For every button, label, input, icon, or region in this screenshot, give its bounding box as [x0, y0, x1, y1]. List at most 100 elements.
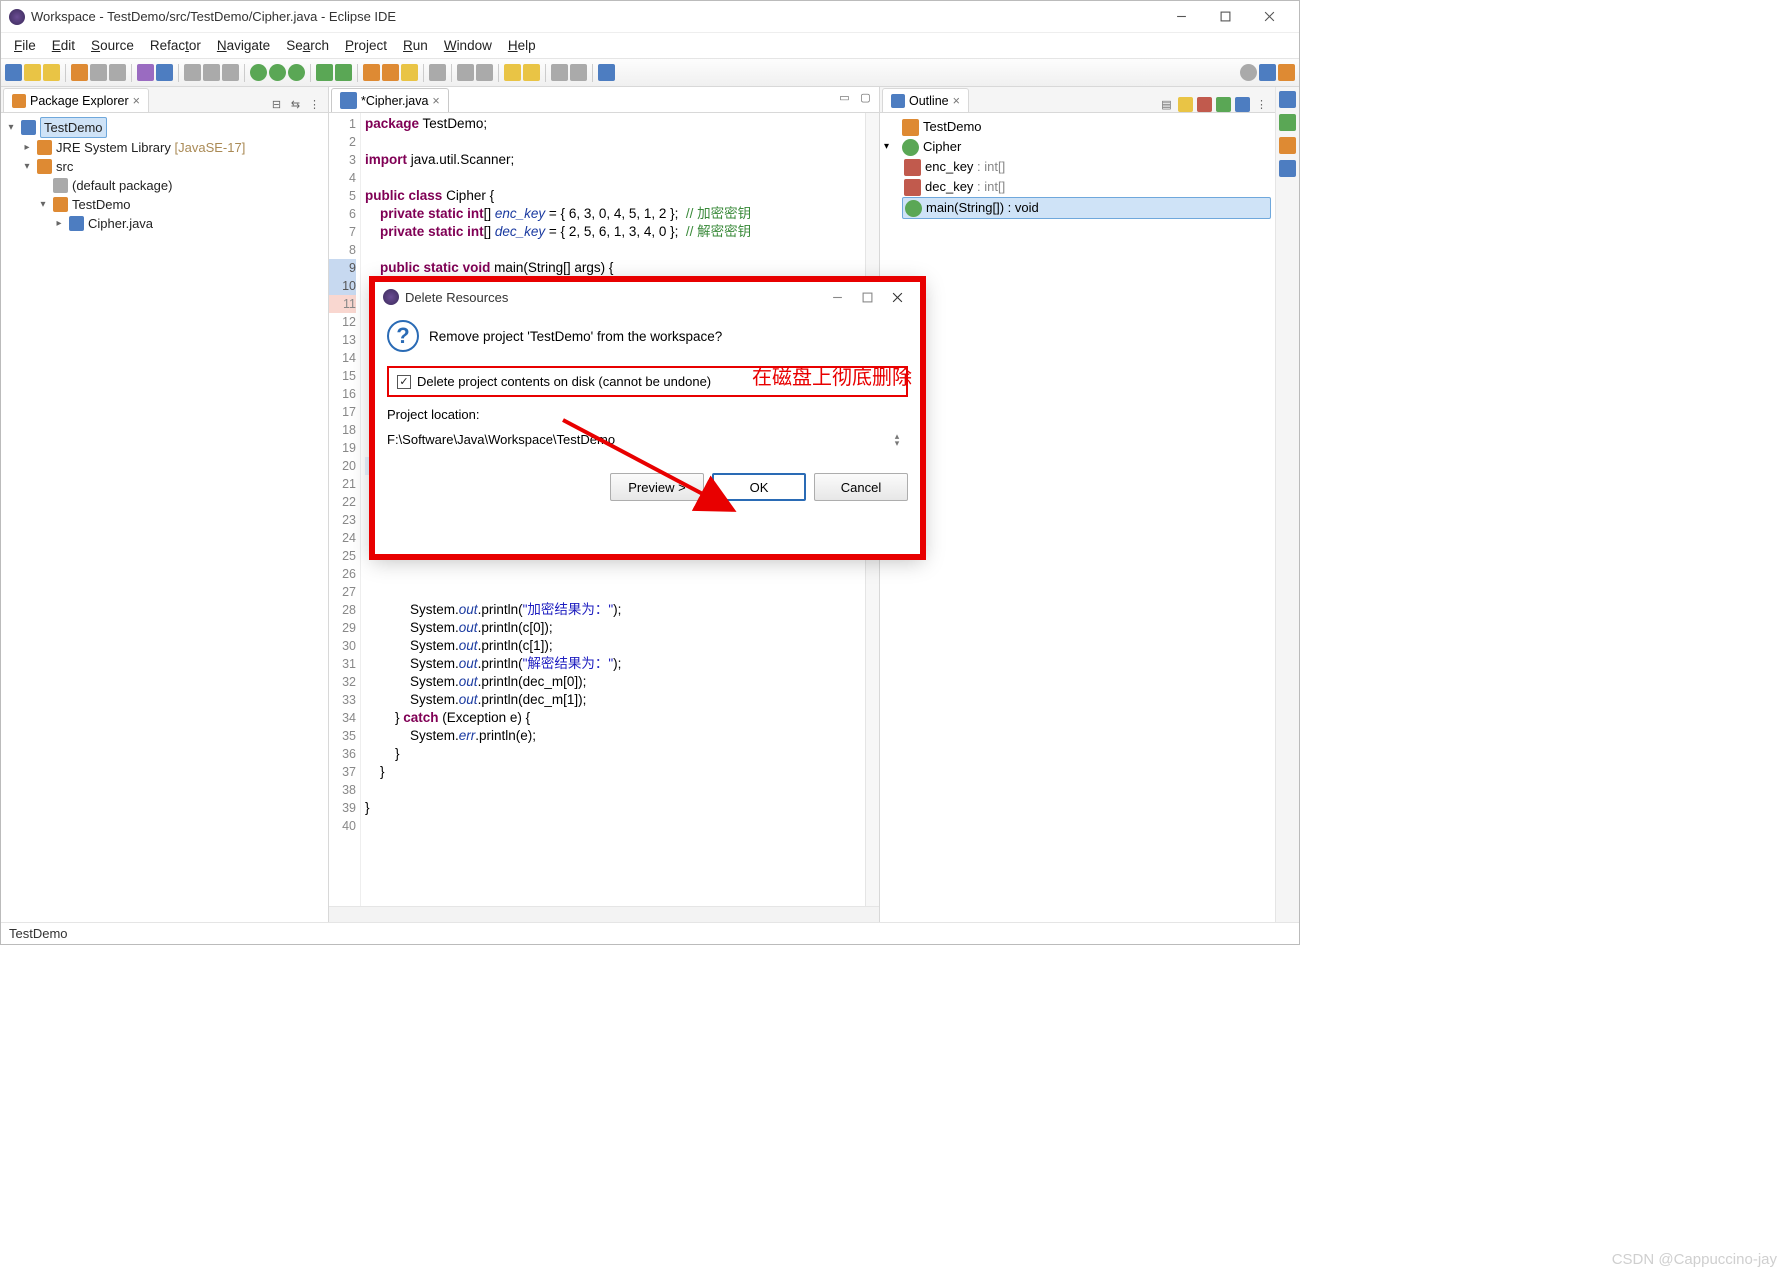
- toolbar-icon[interactable]: [429, 64, 446, 81]
- package-explorer-view: Package Explorer × ⊟ ⇆ ⋮ ▾TestDemo ▸JRE …: [1, 87, 329, 922]
- toolbar-icon[interactable]: [203, 64, 220, 81]
- toolbar-icon[interactable]: [363, 64, 380, 81]
- editor-gutter[interactable]: 1234567891011121314151617181920212223242…: [329, 113, 361, 906]
- project-node[interactable]: TestDemo: [40, 117, 107, 138]
- package-explorer-title: Package Explorer: [30, 94, 129, 108]
- outline-field-dec[interactable]: dec_key : int[]: [925, 177, 1005, 197]
- save-icon[interactable]: [24, 64, 41, 81]
- outline-package[interactable]: TestDemo: [923, 117, 982, 137]
- toolbar-icon[interactable]: [222, 64, 239, 81]
- dialog-titlebar[interactable]: Delete Resources: [375, 282, 920, 312]
- toolbar-icon[interactable]: [570, 64, 587, 81]
- menu-project[interactable]: Project: [338, 36, 394, 55]
- java-file-node[interactable]: Cipher.java: [88, 214, 153, 233]
- filter-icon[interactable]: [1235, 97, 1250, 112]
- menu-source[interactable]: Source: [84, 36, 141, 55]
- dialog-maximize-button[interactable]: [852, 285, 882, 309]
- ok-button[interactable]: OK: [712, 473, 806, 501]
- maximize-button[interactable]: [1203, 2, 1247, 32]
- field-icon: [904, 179, 921, 196]
- coverage-icon[interactable]: [288, 64, 305, 81]
- menu-window[interactable]: Window: [437, 36, 499, 55]
- java-perspective-icon[interactable]: [1278, 64, 1295, 81]
- side-icon[interactable]: [1279, 160, 1296, 177]
- toolbar-icon[interactable]: [476, 64, 493, 81]
- package-node[interactable]: TestDemo: [72, 195, 131, 214]
- maximize-view-icon[interactable]: ▢: [858, 90, 873, 105]
- outline-icon: [891, 94, 905, 108]
- outline-tab[interactable]: Outline ×: [882, 88, 969, 112]
- toolbar-icon[interactable]: [551, 64, 568, 81]
- dialog-close-button[interactable]: [882, 285, 912, 309]
- statusbar: TestDemo: [1, 922, 1299, 944]
- project-location-label: Project location:: [387, 407, 908, 422]
- run-icon[interactable]: [269, 64, 286, 81]
- menu-run[interactable]: Run: [396, 36, 435, 55]
- forward-icon[interactable]: [523, 64, 540, 81]
- link-editor-icon[interactable]: ⇆: [288, 97, 303, 112]
- menu-edit[interactable]: Edit: [45, 36, 82, 55]
- status-left: TestDemo: [9, 926, 68, 941]
- side-icon[interactable]: [1279, 114, 1296, 131]
- toolbar-icon[interactable]: [5, 64, 22, 81]
- toolbar-icon[interactable]: [457, 64, 474, 81]
- question-icon: ?: [387, 320, 419, 352]
- src-node[interactable]: src: [56, 157, 73, 176]
- filter-icon[interactable]: [1178, 97, 1193, 112]
- package-explorer-tab[interactable]: Package Explorer ×: [3, 88, 149, 112]
- toolbar-icon[interactable]: [109, 64, 126, 81]
- minimize-view-icon[interactable]: ▭: [837, 90, 852, 105]
- toolbar-icon[interactable]: [71, 64, 88, 81]
- menu-search[interactable]: Search: [279, 36, 336, 55]
- default-package-node[interactable]: (default package): [72, 176, 172, 195]
- menubar: File Edit Source Refactor Navigate Searc…: [1, 33, 1299, 59]
- menu-file[interactable]: File: [7, 36, 43, 55]
- collapse-all-icon[interactable]: ⊟: [269, 97, 284, 112]
- preview-button[interactable]: Preview >: [610, 473, 704, 501]
- jre-node[interactable]: JRE System Library [JavaSE-17]: [56, 138, 245, 157]
- class-icon: [902, 139, 919, 156]
- checkbox-icon[interactable]: ✓: [397, 375, 411, 389]
- toolbar-icon[interactable]: [401, 64, 418, 81]
- close-icon[interactable]: ×: [432, 94, 439, 108]
- side-icon[interactable]: [1279, 91, 1296, 108]
- toolbar-icon[interactable]: [316, 64, 333, 81]
- search-icon[interactable]: [1240, 64, 1257, 81]
- close-icon[interactable]: ×: [953, 94, 960, 108]
- view-menu-icon[interactable]: ⋮: [1254, 97, 1269, 112]
- eclipse-icon: [383, 289, 399, 305]
- horizontal-scrollbar[interactable]: [329, 906, 879, 922]
- minimize-button[interactable]: [1159, 2, 1203, 32]
- save-all-icon[interactable]: [43, 64, 60, 81]
- menu-help[interactable]: Help: [501, 36, 543, 55]
- jre-icon: [37, 140, 52, 155]
- dialog-minimize-button[interactable]: [822, 285, 852, 309]
- filter-icon[interactable]: [1216, 97, 1231, 112]
- project-location-value: F:\Software\Java\Workspace\TestDemo: [387, 432, 615, 447]
- close-button[interactable]: [1247, 2, 1291, 32]
- sort-icon[interactable]: ▤: [1159, 97, 1174, 112]
- outline-class[interactable]: Cipher: [923, 137, 961, 157]
- pin-icon[interactable]: [598, 64, 615, 81]
- toolbar-icon[interactable]: [156, 64, 173, 81]
- filter-icon[interactable]: [1197, 97, 1212, 112]
- close-icon[interactable]: ×: [133, 94, 140, 108]
- menu-refactor[interactable]: Refactor: [143, 36, 208, 55]
- side-icon[interactable]: [1279, 137, 1296, 154]
- toolbar-icon[interactable]: [90, 64, 107, 81]
- editor-tab[interactable]: *Cipher.java ×: [331, 88, 449, 112]
- field-icon: [904, 159, 921, 176]
- stepper-icon[interactable]: ▴▾: [890, 433, 904, 447]
- outline-method-main[interactable]: main(String[]) : void: [926, 198, 1039, 218]
- outline-field-enc[interactable]: enc_key : int[]: [925, 157, 1005, 177]
- cancel-button[interactable]: Cancel: [814, 473, 908, 501]
- back-icon[interactable]: [504, 64, 521, 81]
- toolbar-icon[interactable]: [335, 64, 352, 81]
- toolbar-icon[interactable]: [382, 64, 399, 81]
- toolbar-icon[interactable]: [184, 64, 201, 81]
- perspective-icon[interactable]: [1259, 64, 1276, 81]
- view-menu-icon[interactable]: ⋮: [307, 97, 322, 112]
- toolbar-icon[interactable]: [137, 64, 154, 81]
- debug-icon[interactable]: [250, 64, 267, 81]
- menu-navigate[interactable]: Navigate: [210, 36, 277, 55]
